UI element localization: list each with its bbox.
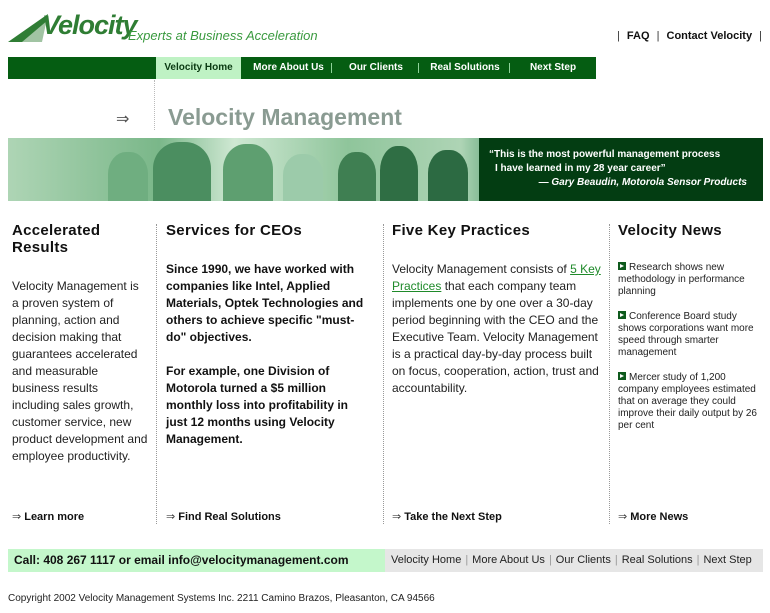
nav-next-step[interactable]: Next Step	[519, 57, 587, 79]
bullet-arrow-icon	[618, 311, 626, 319]
top-links: | FAQ | Contact Velocity |	[617, 30, 762, 42]
news-text: Research shows new methodology in perfor…	[618, 262, 745, 297]
divider: |	[616, 30, 620, 42]
arrow-icon: ⇒	[618, 511, 628, 523]
title-divider	[154, 80, 155, 130]
accelerated-results-section: Accelerated Results Velocity Management …	[12, 222, 148, 465]
column-divider	[609, 224, 610, 524]
five-key-practices-section: Five Key Practices Velocity Management c…	[392, 222, 602, 397]
brand-name: Velocity	[42, 10, 138, 40]
footer-link-more-about-us[interactable]: More About Us	[468, 554, 549, 566]
footer-link-real-solutions[interactable]: Real Solutions	[618, 554, 697, 566]
arrow-icon: ⇒	[392, 511, 402, 523]
more-news-link[interactable]: ⇒ More News	[618, 510, 688, 523]
quote-line: “This is the most powerful management pr…	[489, 149, 721, 160]
news-text: Conference Board study shows corporation…	[618, 311, 754, 358]
section-body: For example, one Division of Motorola tu…	[166, 364, 348, 446]
contact-info[interactable]: Call: 408 267 1117 or email info@velocit…	[8, 549, 385, 572]
footer-link-next-step[interactable]: Next Step	[699, 554, 755, 566]
news-item[interactable]: Conference Board study shows corporation…	[618, 311, 762, 359]
quote-author: — Gary Beaudin, Motorola Sensor Products	[538, 177, 747, 188]
section-body: Velocity Management consists of 5 Key Pr…	[392, 261, 602, 397]
footer-link-velocity-home[interactable]: Velocity Home	[387, 554, 465, 566]
divider: |	[656, 30, 660, 42]
arrow-icon: ⇒	[166, 511, 176, 523]
testimonial-quote: “This is the most powerful management pr…	[479, 138, 763, 201]
photo-person	[380, 146, 418, 201]
news-item[interactable]: Research shows new methodology in perfor…	[618, 262, 762, 298]
nav-end-spacer	[596, 57, 763, 79]
learn-more-link[interactable]: ⇒ Learn more	[12, 510, 84, 523]
link-label: More News	[630, 511, 689, 523]
link-label: Find Real Solutions	[178, 511, 281, 523]
section-body: Velocity Management is a proven system o…	[12, 279, 148, 463]
services-for-ceos-section: Services for CEOs Since 1990, we have wo…	[166, 222, 372, 448]
photo-person	[283, 154, 323, 201]
find-real-solutions-link[interactable]: ⇒ Find Real Solutions	[166, 510, 281, 523]
photo-person	[338, 152, 376, 201]
nav-our-clients[interactable]: Our Clients	[341, 57, 411, 79]
bullet-arrow-icon	[618, 372, 626, 380]
nav-more-about-us[interactable]: More About Us	[250, 57, 327, 79]
tagline: Experts at Business Acceleration	[128, 28, 318, 43]
nav-divider	[331, 63, 332, 73]
contact-velocity-link[interactable]: Contact Velocity	[663, 30, 757, 42]
faq-link[interactable]: FAQ	[623, 30, 654, 42]
link-label: Learn more	[24, 511, 85, 523]
divider: |	[759, 30, 762, 42]
footer-link-our-clients[interactable]: Our Clients	[552, 554, 615, 566]
velocity-news-section: Velocity News Research shows new methodo…	[618, 222, 762, 445]
photo-person	[153, 142, 211, 201]
section-heading: Five Key Practices	[392, 222, 530, 239]
quote-line: I have learned in my 28 year career”	[495, 163, 666, 174]
body-text: Velocity Management consists of	[392, 262, 571, 276]
photo-person	[223, 144, 273, 201]
bullet-arrow-icon	[618, 262, 626, 270]
take-next-step-link[interactable]: ⇒ Take the Next Step	[392, 510, 502, 523]
news-item[interactable]: Mercer study of 1,200 company employees …	[618, 372, 762, 432]
footer-nav: Velocity Home | More About Us | Our Clients |…	[387, 549, 756, 572]
arrow-icon: ⇒	[116, 111, 130, 128]
section-heading: Velocity News	[618, 222, 722, 239]
section-heading: Services for CEOs	[166, 222, 302, 239]
footer-bar: Call: 408 267 1117 or email info@velocit…	[8, 549, 763, 572]
copyright-text: Copyright 2002 Velocity Management Syste…	[8, 593, 435, 604]
section-body: Since 1990, we have worked with companie…	[166, 262, 364, 344]
column-divider	[383, 224, 384, 524]
arrow-icon: ⇒	[12, 511, 22, 523]
nav-real-solutions[interactable]: Real Solutions	[425, 57, 505, 79]
main-nav: Velocity Home More About Us Our Clients …	[8, 57, 763, 79]
news-text: Mercer study of 1,200 company employees …	[618, 372, 757, 431]
nav-divider	[509, 63, 510, 73]
page-title: Velocity Management	[168, 104, 402, 130]
photo-person	[108, 152, 148, 201]
column-divider	[156, 224, 157, 524]
photo-person	[428, 150, 468, 201]
section-heading: Accelerated Results	[12, 222, 101, 256]
nav-velocity-home[interactable]: Velocity Home	[156, 57, 241, 79]
link-label: Take the Next Step	[404, 511, 502, 523]
body-text: that each company team implements one by…	[392, 279, 599, 395]
news-list: Research shows new methodology in perfor…	[618, 262, 762, 432]
nav-divider	[418, 63, 419, 73]
